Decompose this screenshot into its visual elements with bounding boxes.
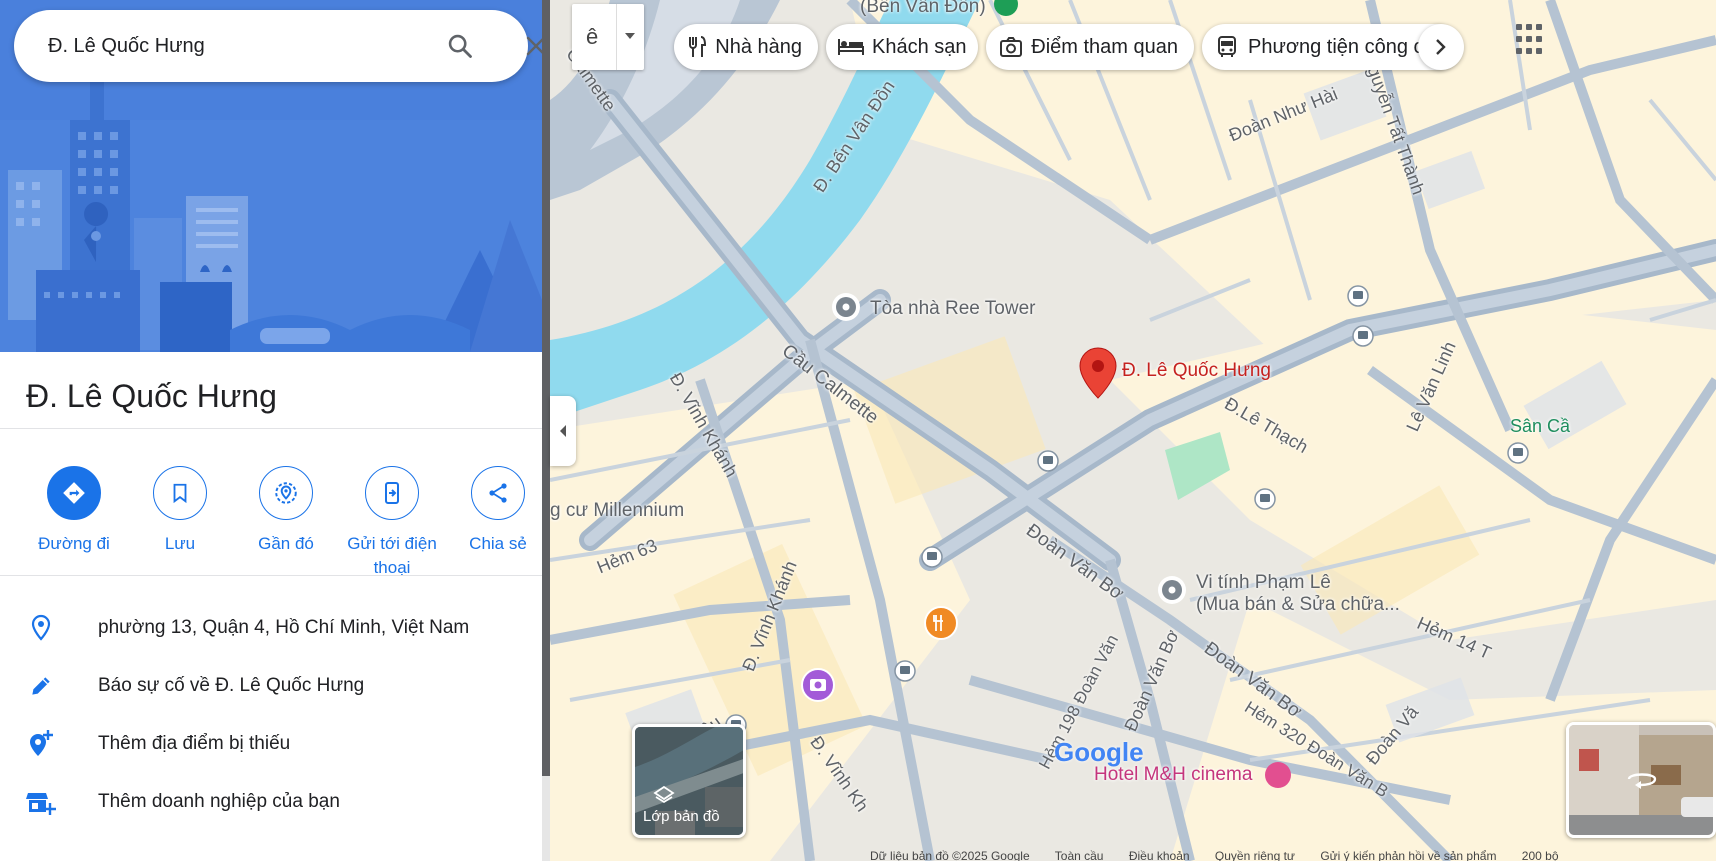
- add-business-text: Thêm doanh nghiệp của bạn: [98, 791, 340, 812]
- divider: [0, 428, 542, 429]
- add-place-icon: [26, 729, 56, 759]
- layers-label: Lớp bản đồ: [643, 808, 720, 825]
- poi-marker[interactable]: [832, 293, 860, 321]
- chip-hotels[interactable]: Khách sạn: [826, 24, 978, 70]
- layers-button[interactable]: Lớp bản đồ: [632, 724, 746, 838]
- attraction-marker[interactable]: [801, 668, 835, 702]
- feedback-link[interactable]: Gửi ý kiến phản hồi về sản phẩm: [1320, 849, 1496, 861]
- camera-icon: [998, 34, 1023, 60]
- poi-label[interactable]: (Mua bán & Sửa chữa...: [1196, 594, 1400, 616]
- bed-icon: [838, 34, 864, 60]
- close-search-button[interactable]: [520, 30, 542, 62]
- global-link[interactable]: Toàn cầu: [1055, 849, 1104, 861]
- pencil-icon: [26, 671, 56, 701]
- poi-label[interactable]: Tòa nhà Ree Tower: [870, 298, 1035, 320]
- scale-label: 200 bộ: [1521, 849, 1559, 861]
- google-logo: Google: [1054, 737, 1144, 767]
- address-text: phường 13, Quận 4, Hồ Chí Minh, Việt Nam: [98, 617, 470, 638]
- nearby-label: Gần đó: [258, 534, 314, 553]
- share-label: Chia sẻ: [469, 534, 527, 553]
- street-view-thumbnail[interactable]: [1566, 722, 1716, 838]
- send-to-phone-button[interactable]: Gửi tới điện thoại: [338, 466, 446, 580]
- input-tools-button[interactable]: ê: [586, 24, 598, 50]
- rotate-360-icon: [1627, 773, 1657, 789]
- chevron-left-icon: [560, 425, 566, 437]
- chip-restaurants[interactable]: Nhà hàng: [674, 24, 818, 70]
- save-circle: [153, 466, 207, 520]
- report-issue-text: Báo sự cố về Đ. Lê Quốc Hưng: [98, 675, 365, 696]
- place-panel: Đ. Lê Quốc Hưng Đường đi Lưu Gần đó Gửi …: [0, 0, 542, 861]
- search-box: [14, 10, 542, 82]
- poi-label[interactable]: Vi tính Phạm Lê: [1196, 572, 1331, 594]
- report-issue-row[interactable]: Báo sự cố về Đ. Lê Quốc Hưng: [0, 661, 542, 711]
- copyright-text: Dữ liệu bản đồ ©2025 Google: [870, 849, 1030, 861]
- search-button[interactable]: [444, 30, 476, 62]
- map-footer: Dữ liệu bản đồ ©2025 Google Toàn cầu Điề…: [870, 849, 1716, 861]
- directions-icon: [63, 482, 85, 504]
- street-label: Sân Cầ: [1510, 416, 1571, 436]
- send-to-phone-label: Gửi tới điện thoại: [347, 534, 437, 577]
- search-icon: [448, 34, 472, 58]
- directions-circle: [47, 466, 101, 520]
- privacy-link[interactable]: Quyền riêng tư: [1215, 849, 1295, 861]
- share-icon: [489, 483, 507, 503]
- nearby-button[interactable]: Gần đó: [232, 466, 340, 556]
- pin-label[interactable]: Đ. Lê Quốc Hưng: [1122, 360, 1271, 382]
- place-title: Đ. Lê Quốc Hưng: [26, 378, 277, 414]
- apps-grid-icon[interactable]: [1516, 24, 1548, 56]
- add-business-row[interactable]: Thêm doanh nghiệp của bạn: [0, 777, 542, 827]
- layers-icon: [653, 785, 675, 804]
- terms-link[interactable]: Điều khoản: [1129, 849, 1190, 861]
- share-button[interactable]: Chia sẻ: [444, 466, 542, 556]
- close-icon: [526, 36, 542, 56]
- directions-button[interactable]: Đường đi: [20, 466, 128, 556]
- street-label: (Bến Vân Đồn): [860, 0, 986, 17]
- send-to-phone-icon: [385, 482, 399, 504]
- restaurant-marker[interactable]: [924, 606, 958, 640]
- chips-scroll-right-button[interactable]: [1418, 24, 1464, 70]
- location-pin-icon: [26, 613, 56, 643]
- save-button[interactable]: Lưu: [126, 466, 234, 556]
- panel-scrollbar-thumb[interactable]: [542, 0, 550, 776]
- search-input[interactable]: [48, 32, 408, 60]
- send-to-phone-circle: [365, 466, 419, 520]
- collapse-panel-button[interactable]: [550, 396, 576, 466]
- add-missing-place-text: Thêm địa điểm bị thiếu: [98, 733, 291, 754]
- chip-label: Phương tiện công c: [1248, 35, 1424, 58]
- bus-icon: [1214, 34, 1240, 60]
- share-circle: [471, 466, 525, 520]
- chip-label: Điểm tham quan: [1031, 35, 1178, 58]
- divider: [0, 575, 542, 576]
- nearby-icon: [275, 482, 297, 504]
- bookmark-icon: [173, 483, 187, 504]
- chip-label: Nhà hàng: [715, 35, 802, 58]
- chip-attractions[interactable]: Điểm tham quan: [986, 24, 1194, 70]
- input-tools-control: ê: [572, 4, 644, 70]
- directions-label: Đường đi: [38, 534, 110, 553]
- chevron-right-icon: [1436, 39, 1446, 55]
- add-business-icon: [26, 787, 56, 817]
- poi-label[interactable]: g cư Millennium: [550, 500, 684, 522]
- save-label: Lưu: [164, 534, 196, 553]
- fork-knife-icon: [686, 34, 707, 60]
- chevron-down-icon[interactable]: [624, 32, 636, 40]
- poi-marker[interactable]: [1158, 576, 1186, 604]
- nearby-circle: [259, 466, 313, 520]
- add-missing-place-row[interactable]: Thêm địa điểm bị thiếu: [0, 719, 542, 769]
- address-row[interactable]: phường 13, Quận 4, Hồ Chí Minh, Việt Nam: [0, 603, 542, 653]
- chip-label: Khách sạn: [872, 35, 967, 58]
